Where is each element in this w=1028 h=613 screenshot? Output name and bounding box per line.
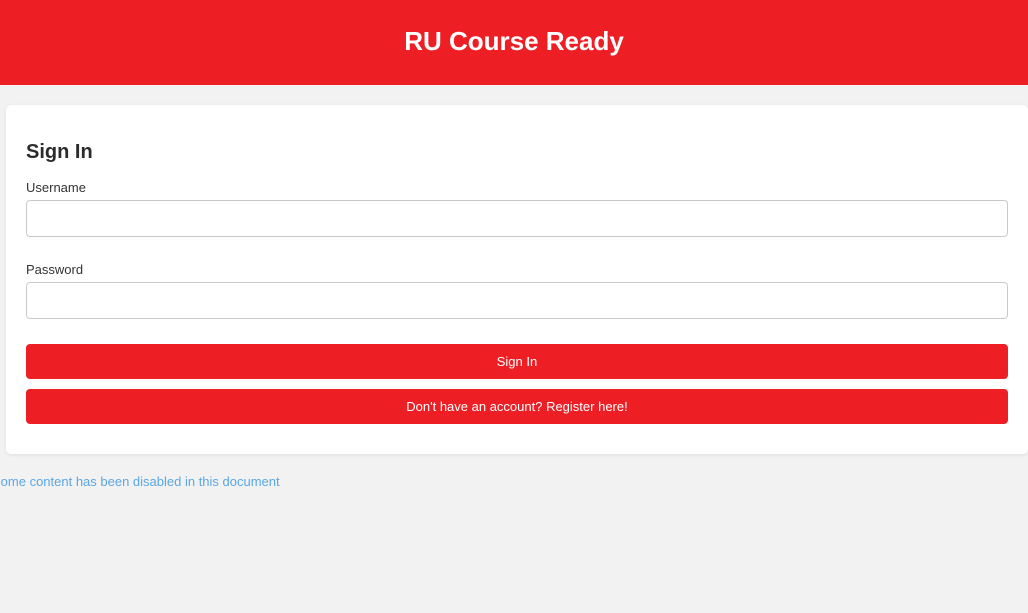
signin-heading: Sign In xyxy=(26,141,93,163)
password-label: Password xyxy=(26,262,84,277)
signin-card: Sign In Username Password Sign In Don't … xyxy=(6,105,1028,454)
sign-in-button[interactable]: Sign In xyxy=(26,344,1008,379)
username-input[interactable] xyxy=(26,200,1008,237)
app-header: RU Course Ready xyxy=(0,0,1028,85)
password-input[interactable] xyxy=(26,282,1008,319)
username-label: Username xyxy=(26,180,86,195)
app-title: RU Course Ready xyxy=(404,25,624,56)
register-button[interactable]: Don't have an account? Register here! xyxy=(26,389,1008,424)
disabled-content-notice: Some content has been disabled in this d… xyxy=(0,474,280,489)
